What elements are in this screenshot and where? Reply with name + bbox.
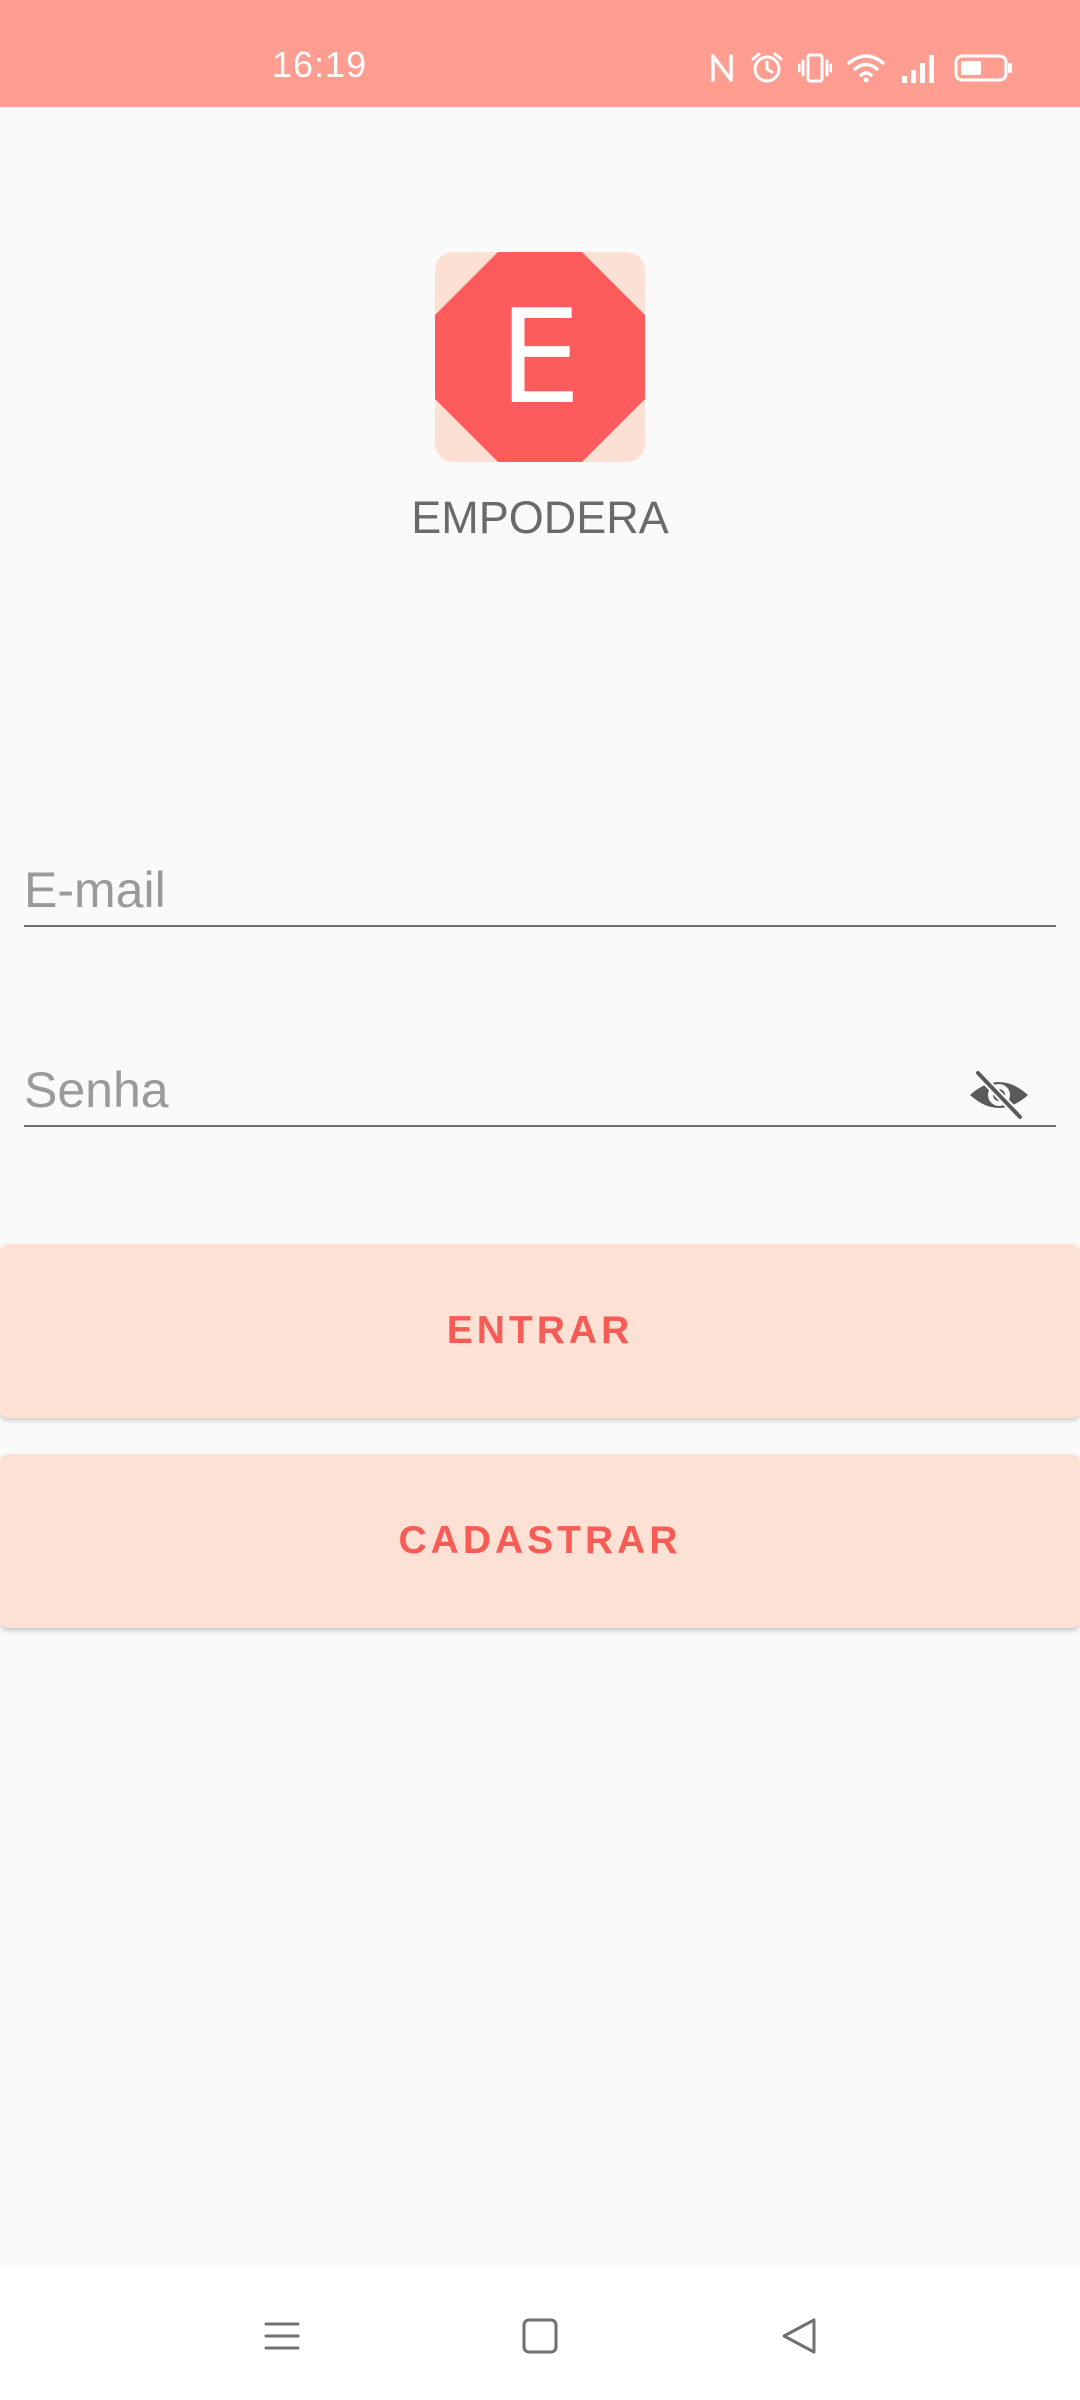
alarm-icon [751,52,783,83]
login-button-label: ENTRAR [446,1309,634,1352]
vibrate-icon [798,53,832,83]
battery-icon [954,54,1012,82]
logo-letter: E [498,281,582,433]
status-bar: 16:19 [0,0,1080,107]
app-logo: E [435,252,645,462]
status-time: 16:19 [272,44,368,85]
register-button[interactable]: CADASTRAR [0,1454,1080,1628]
wifi-icon [847,54,885,83]
register-button-label: CADASTRAR [398,1519,682,1562]
login-button[interactable]: ENTRAR [0,1244,1080,1418]
email-field[interactable] [24,855,1056,925]
password-field[interactable] [24,1055,1056,1125]
home-icon[interactable] [510,2306,570,2366]
eye-off-icon[interactable] [966,1067,1032,1123]
navigation-bar [0,2266,1080,2400]
back-icon[interactable] [770,2306,830,2366]
status-icons [708,46,1014,90]
menu-icon[interactable] [252,2306,312,2366]
signal-icon [902,55,934,83]
app-name: EMPODERA [411,492,669,543]
password-field-container [24,1055,1056,1127]
login-screen: 16:19 E EMPODERA E-mail ENTRAR CADASTRAR [0,0,1080,2400]
email-field-container [24,855,1056,927]
nfc-icon [711,54,733,82]
